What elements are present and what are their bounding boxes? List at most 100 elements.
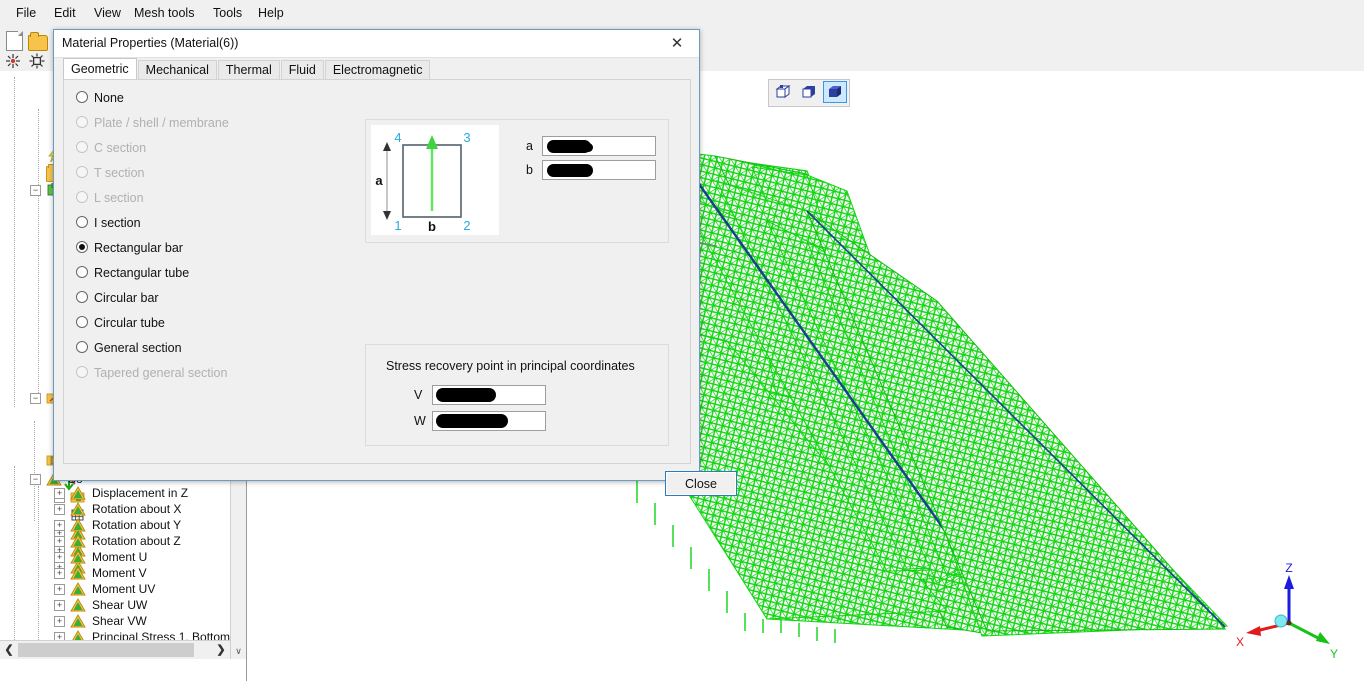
radio-label: L section — [94, 191, 144, 205]
tree-item-label: Displacement in Z — [92, 486, 189, 500]
tree-item-label: Shear UW — [92, 598, 148, 612]
axis-triad: Z X Y — [1236, 563, 1338, 661]
tree-item-label: Rotation about Y — [92, 518, 182, 532]
open-folder-icon[interactable] — [28, 32, 48, 51]
close-button[interactable]: Close — [665, 471, 737, 496]
tab-mechanical[interactable]: Mechanical — [137, 60, 217, 80]
tab-electromagnetic[interactable]: Electromagnetic — [324, 60, 431, 80]
radio-indicator — [76, 141, 88, 153]
radio-indicator — [76, 366, 88, 378]
wireframe-cube-icon[interactable] — [771, 81, 795, 103]
tree-expander[interactable]: − — [30, 474, 41, 485]
svg-text:Z: Z — [1285, 563, 1292, 575]
svg-text:Y: Y — [1330, 647, 1338, 661]
svg-text:3: 3 — [463, 130, 470, 145]
radio-label: Rectangular tube — [94, 266, 190, 280]
shape-dimensions-group: 4 3 1 2 a b a b — [365, 119, 669, 243]
tree-expander[interactable]: + — [54, 600, 65, 611]
view-mode-toolbar — [768, 79, 850, 107]
radio-label: Rectangular bar — [94, 241, 183, 255]
svg-text:b: b — [428, 219, 436, 234]
tree-expander[interactable]: + — [54, 584, 65, 595]
svg-text:4: 4 — [394, 130, 401, 145]
radio-label: None — [94, 91, 124, 105]
scroll-down-arrow[interactable]: ∨ — [231, 643, 246, 659]
mesh-node-icon[interactable] — [4, 52, 22, 70]
stress-w-label: W — [414, 414, 426, 428]
dimension-a-input[interactable] — [542, 136, 656, 156]
radio-indicator — [76, 166, 88, 178]
stress-w-input[interactable] — [432, 411, 546, 431]
redaction-mark — [577, 143, 593, 152]
tree-expander[interactable]: + — [54, 488, 65, 499]
tree-expander[interactable]: + — [54, 536, 65, 547]
radio-indicator — [76, 241, 88, 253]
dimension-b-input[interactable] — [542, 160, 656, 180]
shaded-cube-icon[interactable] — [797, 81, 821, 103]
tree-item-label: Rotation about Z — [92, 534, 181, 548]
dialog-tabs: Geometric Mechanical Thermal Fluid Elect… — [63, 58, 431, 80]
stress-v-input[interactable] — [432, 385, 546, 405]
triangle-icon — [70, 598, 86, 612]
radio-label: T section — [94, 166, 145, 180]
scroll-thumb[interactable] — [18, 643, 194, 657]
menu-file[interactable]: File — [10, 5, 42, 21]
radio-label: Plate / shell / membrane — [94, 116, 229, 130]
svg-text:1: 1 — [394, 218, 401, 233]
dimension-a-label: a — [526, 139, 533, 153]
scroll-left-arrow[interactable]: ❮ — [0, 641, 18, 659]
radio-indicator — [76, 341, 88, 353]
triangle-icon — [70, 534, 86, 548]
tree-expander[interactable]: + — [54, 616, 65, 627]
stress-recovery-title: Stress recovery point in principal coord… — [386, 359, 635, 373]
menu-edit[interactable]: Edit — [48, 5, 82, 21]
tree-expander[interactable]: − — [30, 185, 41, 196]
stress-v-row: V — [414, 385, 654, 407]
triangle-icon — [70, 614, 86, 628]
geometric-tab-panel: None Plate / shell / membrane C section … — [63, 79, 691, 464]
tab-fluid[interactable]: Fluid — [280, 60, 324, 80]
triangle-icon — [70, 502, 86, 516]
tree-expander[interactable]: + — [54, 520, 65, 531]
radio-indicator — [76, 291, 88, 303]
new-document-icon[interactable] — [6, 31, 23, 51]
tree-expander[interactable]: + — [54, 568, 65, 579]
redaction-mark — [547, 164, 593, 177]
tree-item-label: Moment V — [92, 566, 147, 580]
radio-label: General section — [94, 341, 182, 355]
menu-help[interactable]: Help — [252, 5, 290, 21]
tree-expander[interactable]: + — [54, 552, 65, 563]
stress-recovery-group: Stress recovery point in principal coord… — [365, 344, 669, 446]
triangle-icon — [70, 486, 86, 500]
radio-indicator — [76, 266, 88, 278]
scroll-right-arrow[interactable]: ❯ — [212, 641, 230, 659]
svg-text:2: 2 — [463, 218, 470, 233]
redaction-mark — [436, 388, 496, 402]
tree-expander[interactable]: − — [30, 393, 41, 404]
radio-indicator — [76, 216, 88, 228]
triangle-icon — [70, 550, 86, 564]
tab-geometric[interactable]: Geometric — [63, 58, 137, 80]
menu-mesh-tools[interactable]: Mesh tools — [128, 5, 200, 21]
radio-label: Circular bar — [94, 291, 159, 305]
tree-item-label: Rotation about X — [92, 502, 182, 516]
radio-indicator — [76, 91, 88, 103]
radio-label: Circular tube — [94, 316, 165, 330]
radio-indicator — [76, 191, 88, 203]
menu-tools[interactable]: Tools — [207, 5, 248, 21]
svg-text:X: X — [1236, 635, 1244, 649]
menu-view[interactable]: View — [88, 5, 127, 21]
mesh-element-icon[interactable] — [28, 52, 46, 70]
tree-expander[interactable]: + — [54, 504, 65, 515]
tree-horizontal-scrollbar[interactable]: ❮ ❯ — [0, 640, 230, 659]
tab-thermal[interactable]: Thermal — [217, 60, 280, 80]
radio-indicator — [76, 316, 88, 328]
dimension-b-label: b — [526, 163, 533, 177]
triangle-icon — [70, 566, 86, 580]
close-icon[interactable]: ✕ — [655, 30, 699, 56]
stress-w-row: W — [414, 411, 654, 433]
application-window: File Edit View Mesh tools Tools Help − −… — [0, 0, 1364, 681]
tree-item-label: Shear VW — [92, 614, 147, 628]
radio-label: C section — [94, 141, 147, 155]
solid-cube-icon[interactable] — [823, 81, 847, 103]
